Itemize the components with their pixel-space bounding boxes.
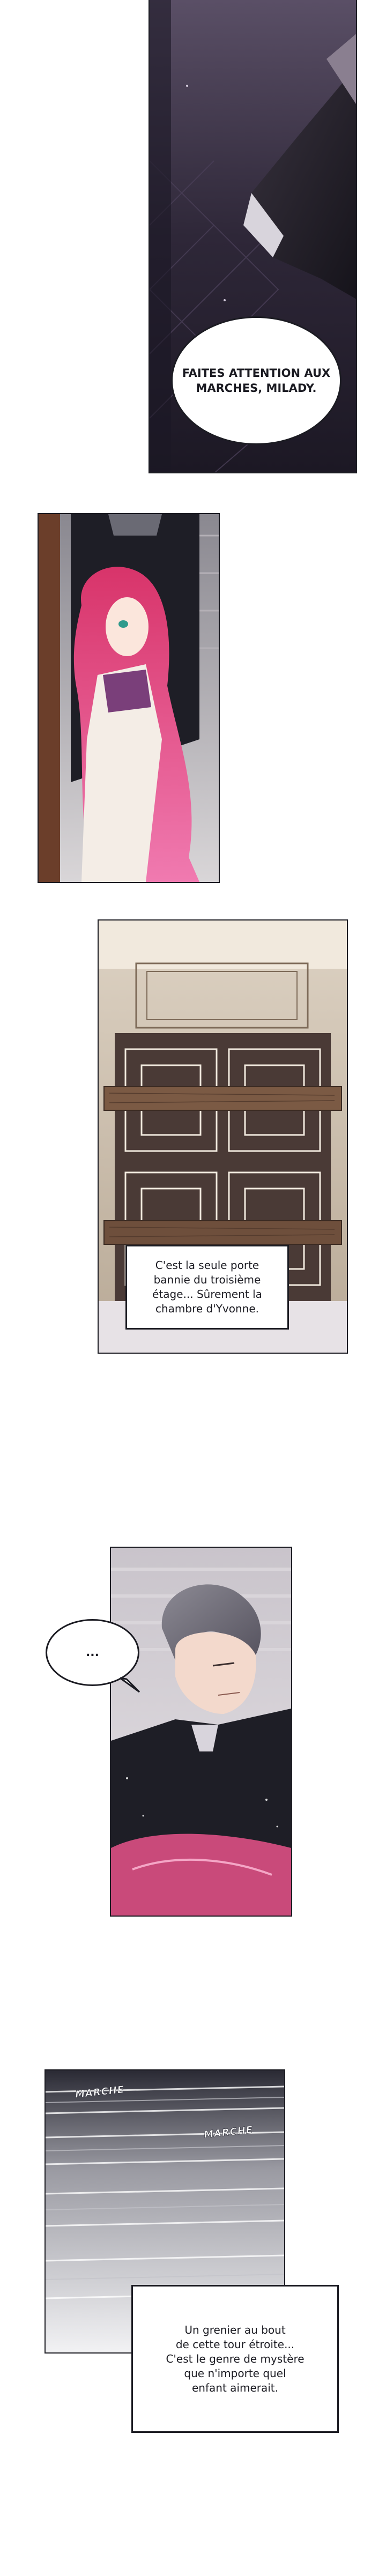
narration-text: C'est la seule porte bannie du troisième…	[152, 1259, 262, 1315]
narration-box: C'est la seule porte bannie du troisième…	[125, 1245, 289, 1330]
panel-barred-door: C'est la seule porte bannie du troisième…	[98, 919, 348, 1354]
ellipsis-bubble-tail	[120, 1677, 140, 1693]
speech-bubble: FAITES ATTENTION AUX MARCHES, MILADY.	[171, 316, 342, 445]
panel-butler-face	[110, 1547, 292, 1917]
panel-2-artwork	[39, 514, 219, 882]
panel-butler-shoulder: FAITES ATTENTION AUX MARCHES, MILADY.	[149, 0, 357, 473]
ellipsis-bubble: ...	[46, 1619, 139, 1686]
panel-red-haired-girl	[38, 513, 220, 883]
panel-4-artwork	[111, 1548, 291, 1916]
speech-text: FAITES ATTENTION AUX MARCHES, MILADY.	[182, 367, 331, 395]
narration-box-attic: Un grenier au bout de cette tour étroite…	[131, 2285, 339, 2433]
ellipsis-text: ...	[85, 1646, 100, 1659]
narration-text-attic: Un grenier au bout de cette tour étroite…	[166, 2323, 305, 2394]
